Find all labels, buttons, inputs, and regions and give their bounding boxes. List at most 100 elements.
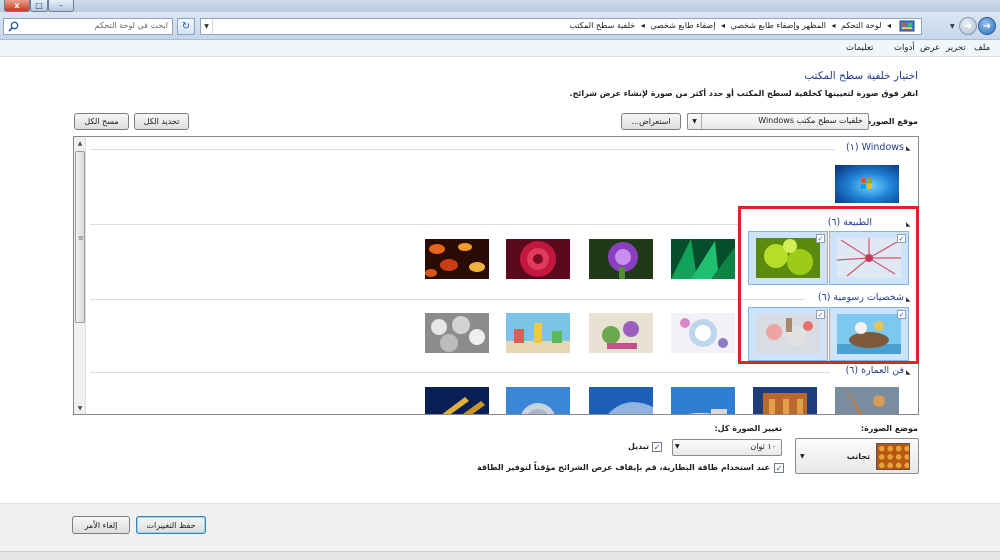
scroll-down-icon[interactable]: ▼ (74, 402, 86, 414)
wallpaper-thumbnail-selected[interactable]: ✓ (748, 231, 828, 285)
collapse-arrow-icon[interactable]: ◣ (906, 221, 911, 228)
collapse-arrow-icon[interactable]: ◣ (906, 369, 911, 376)
wallpaper-gallery: ▲ ≡ ▼ Windows (١) ◣ الطبيعة (٦) ◣ ✓ ✓ شخ… (73, 136, 919, 415)
shuffle-checkbox[interactable]: ✓ (652, 442, 662, 452)
selected-checkbox[interactable]: ✓ (816, 234, 825, 243)
search-input[interactable]: ابحث في لوحة التحكم (3, 18, 173, 35)
back-icon: ➜ (982, 20, 992, 32)
picture-position-value: تجانب (846, 452, 870, 461)
wallpaper-thumbnail[interactable] (589, 313, 653, 353)
breadcrumb-separator: ◂ (831, 21, 836, 30)
battery-pause-label[interactable]: عند استخدام طاقة البطارية، قم بإيقاف عرض… (477, 463, 770, 472)
save-changes-button[interactable]: حفظ التغييرات (136, 516, 206, 534)
search-icon[interactable] (8, 21, 19, 32)
breadcrumb-separator: ◂ (640, 21, 645, 30)
menu-view[interactable]: عرض (920, 43, 940, 53)
page-title: اختيار خلفية سطح المكتب (804, 70, 918, 82)
scroll-up-icon[interactable]: ▲ (74, 137, 86, 149)
breadcrumb-separator: ◂ (886, 21, 891, 30)
wallpaper-thumbnail[interactable] (671, 239, 735, 279)
wallpaper-thumbnail[interactable] (506, 387, 570, 414)
navigation-buttons: ➜ ➜ ▼ (926, 15, 998, 37)
wallpaper-thumbnail[interactable] (506, 239, 570, 279)
close-icon: x (14, 1, 20, 10)
select-all-button[interactable]: تحديد الكل (134, 113, 189, 130)
change-interval-select[interactable]: ١٠ ثوان ▼ (672, 439, 782, 456)
breadcrumb-item-appearance[interactable]: المظهر وإضفاء طابع شخصي (731, 21, 826, 30)
wallpaper-thumbnail[interactable] (671, 387, 735, 414)
wallpaper-thumbnail[interactable] (589, 239, 653, 279)
clear-all-button[interactable]: مسح الكل (74, 113, 129, 130)
picture-location-value: خلفيات سطح مكتب Windows (758, 116, 863, 125)
menu-bar: ملف تحرير عرض أدوات تعليمات (0, 40, 1000, 57)
collapse-arrow-icon[interactable]: ◣ (906, 145, 911, 152)
tile-preview-icon (876, 443, 910, 470)
group-header-architecture[interactable]: فن العمارة (٦) (846, 365, 904, 376)
menu-file[interactable]: ملف (974, 43, 990, 53)
change-interval-label: تغيير الصورة كل: (714, 424, 782, 433)
grip-icon: ≡ (78, 234, 84, 242)
wallpaper-thumbnail[interactable] (753, 387, 817, 414)
forward-icon: ➜ (963, 20, 973, 32)
picture-position-select[interactable]: تجانب ▼ (795, 438, 919, 474)
wallpaper-thumbnail[interactable] (425, 239, 489, 279)
maximize-button[interactable]: □ (30, 0, 48, 12)
breadcrumb: ◂ لوحة التحكم ◂ المظهر وإضفاء طابع شخصي … (566, 21, 891, 30)
close-button[interactable]: x (4, 0, 30, 12)
battery-pause-checkbox[interactable]: ✓ (774, 463, 784, 473)
address-box[interactable]: ▼ ◂ لوحة التحكم ◂ المظهر وإضفاء طابع شخص… (200, 18, 922, 35)
menu-help[interactable]: تعليمات (846, 43, 873, 53)
cancel-button[interactable]: إلغاء الأمر (72, 516, 130, 534)
wallpaper-thumbnail[interactable] (671, 313, 735, 353)
breadcrumb-item-desktop-background[interactable]: خلفية سطح المكتب (569, 21, 635, 30)
title-bar: x □ – (0, 0, 1000, 12)
selected-checkbox[interactable]: ✓ (816, 310, 825, 319)
wallpaper-thumbnail[interactable] (835, 387, 899, 414)
chevron-down-icon[interactable]: ▼ (201, 19, 213, 34)
scrollbar[interactable]: ▲ ≡ ▼ (74, 137, 86, 414)
page-description: انقر فوق صورة لتعيينها كخلفية لسطح المكت… (569, 89, 918, 98)
chevron-down-icon: ▼ (800, 453, 805, 460)
wallpaper-thumbnail-selected[interactable]: ✓ (829, 231, 909, 285)
wallpaper-thumbnail[interactable] (506, 313, 570, 353)
chevron-down-icon: ▼ (688, 114, 702, 129)
refresh-icon: ↻ (181, 21, 191, 32)
recent-pages-icon[interactable]: ▼ (950, 23, 955, 30)
shuffle-label[interactable]: تبديل (628, 442, 649, 451)
wallpaper-thumbnail-selected[interactable]: ✓ (748, 307, 828, 361)
group-header-windows[interactable]: Windows (١) (846, 142, 904, 153)
control-panel-icon (899, 20, 915, 32)
group-divider (90, 372, 830, 373)
scrollbar-thumb[interactable]: ≡ (75, 151, 85, 323)
minimize-button[interactable]: – (48, 0, 74, 12)
address-bar-row: ابحث في لوحة التحكم ↻ ▼ ◂ لوحة التحكم ◂ … (0, 12, 1000, 40)
wallpaper-thumbnail[interactable] (425, 313, 489, 353)
menu-edit[interactable]: تحرير (946, 43, 966, 53)
wallpaper-thumbnail-selected[interactable]: ✓ (829, 307, 909, 361)
wallpaper-thumbnail[interactable] (835, 165, 899, 203)
group-divider (90, 224, 740, 225)
refresh-button[interactable]: ↻ (177, 18, 195, 35)
wallpaper-thumbnail[interactable] (425, 387, 489, 414)
maximize-icon: □ (35, 1, 43, 10)
group-divider (90, 299, 805, 300)
picture-location-select[interactable]: خلفيات سطح مكتب Windows ▼ (687, 113, 869, 130)
group-header-characters[interactable]: شخصيات رسومية (٦) (818, 292, 904, 303)
breadcrumb-item-control-panel[interactable]: لوحة التحكم (841, 21, 881, 30)
forward-button[interactable]: ➜ (959, 17, 977, 35)
browse-button[interactable]: استعراض... (621, 113, 681, 130)
breadcrumb-item-personalization[interactable]: إضفاء طابع شخصي (650, 21, 715, 30)
selected-checkbox[interactable]: ✓ (897, 310, 906, 319)
minimize-icon: – (59, 1, 63, 10)
picture-location-label: موقع الصورة: (863, 117, 918, 126)
picture-position-label: موضع الصورة: (860, 424, 918, 433)
group-divider (90, 149, 835, 150)
selected-checkbox[interactable]: ✓ (897, 234, 906, 243)
status-bar (0, 551, 1000, 560)
back-button[interactable]: ➜ (978, 17, 996, 35)
group-header-nature[interactable]: الطبيعة (٦) (828, 217, 872, 228)
menu-tools[interactable]: أدوات (894, 43, 915, 53)
window: x □ – ابحث في لوحة التحكم ↻ ▼ ◂ لوحة الت… (0, 0, 1000, 560)
wallpaper-thumbnail[interactable] (589, 387, 653, 414)
collapse-arrow-icon[interactable]: ◣ (906, 296, 911, 303)
